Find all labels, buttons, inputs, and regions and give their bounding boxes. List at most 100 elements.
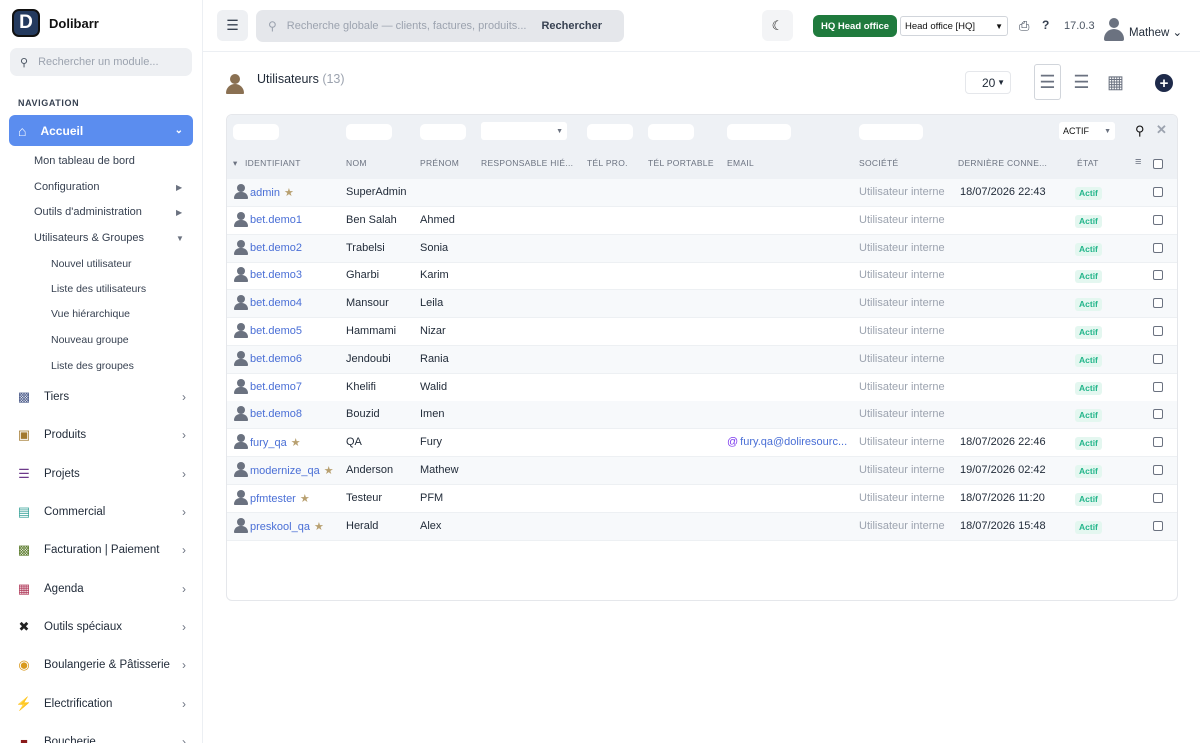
user-email-link[interactable]: @ fury.qa@doliresourc...	[727, 436, 847, 448]
user-login-link[interactable]: bet.demo2	[250, 242, 302, 254]
col-header-derniere-connexion[interactable]: DERNIÈRE CONNE...	[958, 158, 1047, 168]
global-search-input[interactable]: ⚲ Recherche globale — clients, factures,…	[256, 10, 624, 42]
row-checkbox[interactable]	[1153, 326, 1163, 336]
row-checkbox[interactable]	[1153, 214, 1163, 225]
sidebar-module-8[interactable]: ⚡ Electrification ›	[16, 696, 188, 711]
filter-prenom-input[interactable]	[420, 124, 466, 140]
user-name: Mathew	[1129, 27, 1170, 39]
avatar[interactable]	[1103, 16, 1125, 42]
search-icon[interactable]: ⚲	[1135, 123, 1145, 139]
col-header-etat[interactable]: ÉTAT	[1077, 158, 1099, 168]
col-header-responsable[interactable]: RESPONSABLE HIÉ...	[481, 158, 573, 168]
table-row: bet.demo7 Khelifi Walid Utilisateur interne…	[227, 374, 1177, 402]
kanban-view-button[interactable]: ▦	[1102, 64, 1129, 100]
user-login: bet.demo7	[250, 380, 302, 393]
row-checkbox[interactable]	[1153, 242, 1163, 253]
hierarchy-view-button[interactable]: ☰	[1068, 64, 1095, 100]
caret-down-icon: ▼	[1104, 127, 1111, 135]
col-header-email[interactable]: EMAIL	[727, 158, 754, 168]
row-checkbox[interactable]	[1153, 381, 1163, 392]
row-checkbox[interactable]	[1153, 270, 1163, 281]
menu-toggle-button[interactable]: ☰	[217, 10, 248, 41]
entity-select[interactable]: Head office [HQ] ▼	[900, 16, 1008, 36]
dark-mode-toggle[interactable]: ☾	[762, 10, 793, 41]
row-checkbox[interactable]	[1153, 437, 1163, 448]
filter-societe-input[interactable]	[859, 124, 923, 140]
sidebar-subitem-nouveau-groupe[interactable]: Nouveau groupe	[51, 334, 129, 346]
close-icon[interactable]: ✕	[1156, 122, 1167, 138]
sidebar-module-label: Boulangerie & Pâtisserie	[44, 659, 170, 671]
col-header-prenom[interactable]: PRÉNOM	[420, 158, 459, 168]
user-login-link[interactable]: bet.demo6	[250, 353, 302, 365]
brand[interactable]: D Dolibarr	[12, 9, 99, 37]
sidebar-subitem-liste-utilisateurs[interactable]: Liste des utilisateurs	[51, 283, 146, 295]
row-checkbox[interactable]	[1153, 353, 1163, 364]
page-size-select[interactable]: 20 ▼	[965, 71, 1011, 94]
user-icon	[234, 295, 248, 311]
user-login-link[interactable]: bet.demo7	[250, 381, 302, 393]
sidebar-subitem-nouvel-utilisateur[interactable]: Nouvel utilisateur	[51, 258, 132, 270]
user-login-link[interactable]: fury_qa ★	[250, 436, 301, 449]
sidebar-module-label: Boucherie	[44, 736, 96, 743]
user-login-link[interactable]: bet.demo1	[250, 214, 302, 226]
status-badge: Actif	[1075, 298, 1102, 312]
entity-badge[interactable]: HQ Head office	[813, 15, 898, 37]
filter-status-select[interactable]: ACTIF ▼	[1059, 122, 1115, 140]
row-checkbox[interactable]	[1153, 298, 1163, 309]
sidebar-module-3[interactable]: ▤ Commercial ›	[16, 504, 188, 519]
row-checkbox[interactable]	[1153, 187, 1163, 197]
row-checkbox[interactable]	[1153, 520, 1163, 531]
list-icon: ☰	[1073, 71, 1090, 92]
sidebar-module-1[interactable]: ▣ Produits ›	[16, 427, 188, 442]
sidebar-module-9[interactable]: ■ Boucherie ›	[16, 735, 188, 743]
list-view-button[interactable]: ☰	[1034, 64, 1061, 100]
help-icon[interactable]: ?	[1042, 18, 1049, 32]
row-checkbox[interactable]	[1153, 409, 1163, 420]
user-login-link[interactable]: pfmtester ★	[250, 492, 310, 505]
user-login-link[interactable]: bet.demo8	[250, 408, 302, 420]
row-checkbox[interactable]	[1153, 465, 1163, 475]
caret-down-icon: ▼	[176, 234, 184, 243]
column-select-icon[interactable]: ≡	[1135, 156, 1142, 168]
filter-login-input[interactable]	[233, 124, 279, 140]
sidebar-subitem-outils-admin[interactable]: Outils d'administration	[34, 206, 142, 218]
add-user-button[interactable]: +	[1155, 74, 1173, 92]
filter-tel-pro-input[interactable]	[587, 124, 633, 140]
sidebar-subitem-configuration[interactable]: Configuration	[34, 181, 99, 193]
select-all-checkbox[interactable]	[1153, 159, 1163, 169]
user-login-link[interactable]: bet.demo5	[250, 325, 302, 337]
user-login-link[interactable]: admin ★	[250, 186, 294, 199]
print-icon[interactable]: ⎙	[1019, 18, 1029, 34]
col-header-nom[interactable]: NOM	[346, 158, 367, 168]
sidebar-subitem-vue-hierarchique[interactable]: Vue hiérarchique	[51, 308, 130, 320]
sidebar-module-2[interactable]: ☰ Projets ›	[16, 466, 188, 481]
filter-nom-input[interactable]	[346, 124, 392, 140]
col-header-societe[interactable]: SOCIÉTÉ	[859, 158, 898, 168]
sidebar-module-0[interactable]: ▩ Tiers ›	[16, 389, 188, 404]
caret-down-icon: ▼	[556, 127, 563, 135]
sidebar-subitem-liste-groupes[interactable]: Liste des groupes	[51, 360, 134, 372]
sidebar-module-6[interactable]: ✖ Outils spéciaux ›	[16, 619, 188, 634]
list-icon: ☰	[1039, 71, 1056, 92]
user-login-link[interactable]: preskool_qa ★	[250, 520, 324, 533]
user-nom: Khelifi	[346, 380, 376, 393]
row-checkbox[interactable]	[1153, 492, 1163, 503]
sidebar-subitem-utilisateurs-groupes[interactable]: Utilisateurs & Groupes	[34, 232, 144, 244]
user-login-link[interactable]: bet.demo3	[250, 269, 302, 281]
filter-email-input[interactable]	[727, 124, 791, 140]
user-login-link[interactable]: bet.demo4	[250, 297, 302, 309]
filter-tel-portable-input[interactable]	[648, 124, 694, 140]
filter-responsable-select[interactable]: ▼	[481, 122, 567, 140]
col-header-identifiant[interactable]: IDENTIFIANT	[245, 158, 301, 168]
user-login-link[interactable]: modernize_qa ★	[250, 464, 334, 477]
global-search-button[interactable]: Rechercher	[541, 20, 602, 32]
col-header-tel-pro[interactable]: TÉL PRO.	[587, 158, 628, 168]
module-search-input[interactable]: ⚲ Rechercher un module...	[10, 48, 192, 76]
sidebar-module-4[interactable]: ▩ Facturation | Paiement ›	[16, 542, 188, 557]
col-header-tel-portable[interactable]: TÉL PORTABLE	[648, 158, 714, 168]
user-menu[interactable]: Mathew ⌄	[1129, 25, 1182, 39]
sidebar-module-7[interactable]: ◉ Boulangerie & Pâtisserie ›	[16, 657, 188, 672]
sidebar-item-accueil[interactable]: ⌂ Accueil ⌄	[9, 115, 193, 146]
sidebar-subitem-tableau-de-bord[interactable]: Mon tableau de bord	[34, 155, 135, 167]
sidebar-module-5[interactable]: ▦ Agenda ›	[16, 581, 188, 596]
